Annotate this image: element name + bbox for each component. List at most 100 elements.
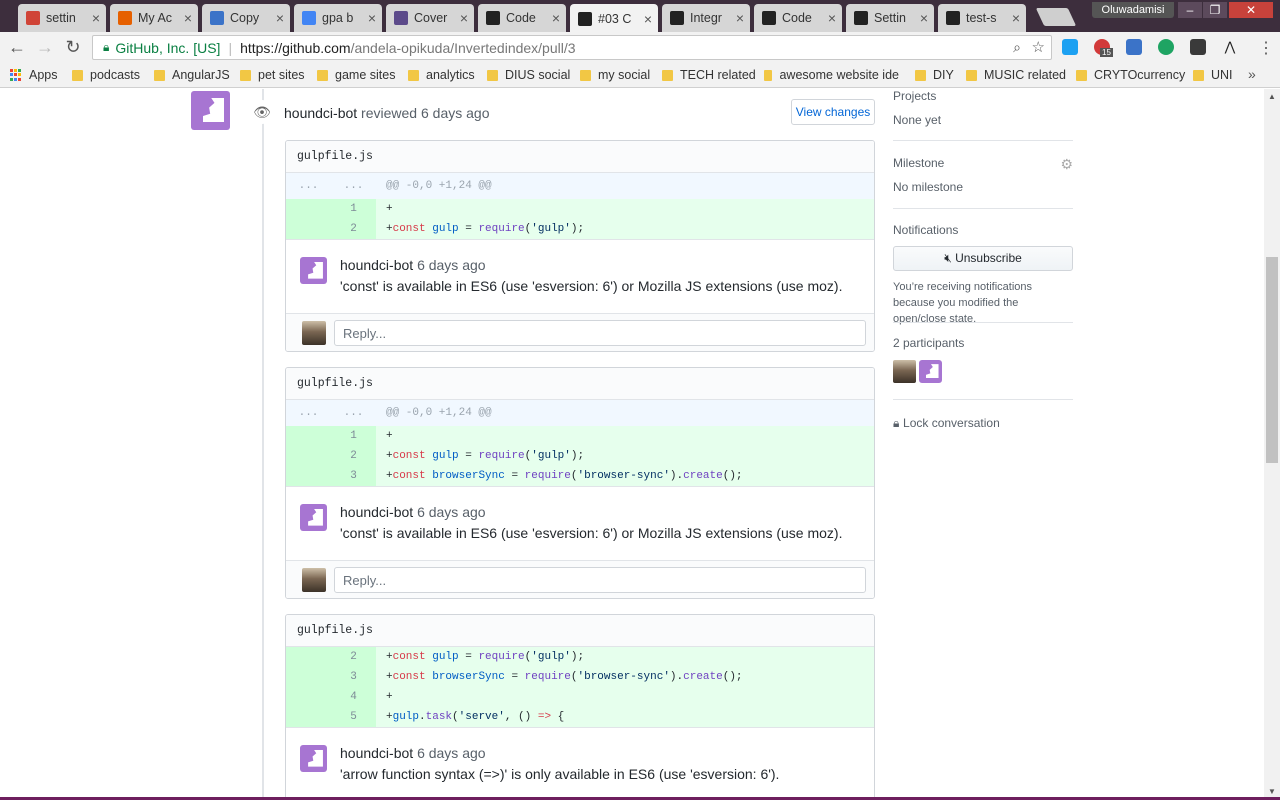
new-line-number[interactable]: 3 (331, 466, 376, 486)
new-line-number[interactable]: 2 (331, 446, 376, 466)
bookmark-star-icon[interactable]: ☆ (1032, 38, 1045, 56)
review-time[interactable]: 6 days ago (421, 105, 490, 121)
milestone-title[interactable]: Milestone (893, 156, 1073, 170)
pocket-extension-icon[interactable] (1190, 39, 1206, 55)
old-line-number[interactable] (286, 219, 331, 239)
browser-menu-icon[interactable]: ⋮ (1258, 38, 1274, 58)
user-avatar[interactable] (302, 568, 326, 592)
old-line-number[interactable] (286, 647, 331, 667)
tab-close-icon[interactable]: × (368, 10, 376, 26)
bookmark-item[interactable]: DIY (915, 68, 954, 82)
twitter-extension-icon[interactable] (1062, 39, 1078, 55)
new-line-number[interactable]: 5 (331, 707, 376, 727)
comment-time[interactable]: 6 days ago (417, 257, 486, 273)
bookmark-item[interactable]: awesome website ide (764, 68, 899, 82)
bookmark-item[interactable]: analytics (408, 68, 475, 82)
bookmark-item[interactable]: DIUS social (487, 68, 570, 82)
comment-author-avatar[interactable] (300, 504, 327, 531)
new-line-number[interactable]: 2 (331, 219, 376, 239)
old-line-number[interactable] (286, 199, 331, 219)
close-window-button[interactable]: ✕ (1229, 2, 1273, 18)
browser-tab[interactable]: Code × (478, 4, 566, 32)
comment-author[interactable]: houndci-bot (340, 504, 413, 520)
tab-close-icon[interactable]: × (644, 11, 652, 27)
participant-avatar[interactable] (919, 360, 942, 383)
bookmark-item[interactable]: my social (580, 68, 650, 82)
old-line-number[interactable] (286, 426, 331, 446)
bookmark-item[interactable]: UNI (1193, 68, 1233, 82)
browser-tab[interactable]: gpa b × (294, 4, 382, 32)
expand-lines-icon[interactable]: ... (331, 173, 376, 199)
expand-lines-icon[interactable]: ... (331, 400, 376, 426)
view-changes-button[interactable]: View changes (791, 99, 875, 125)
unsubscribe-button[interactable]: 🔇︎ Unsubscribe (893, 246, 1073, 271)
bookmark-item[interactable]: AngularJS (154, 68, 230, 82)
tab-close-icon[interactable]: × (736, 10, 744, 26)
browser-tab[interactable]: test-s × (938, 4, 1026, 32)
forward-icon[interactable]: → (34, 37, 56, 57)
comment-author-avatar[interactable] (300, 745, 327, 772)
participant-avatar[interactable] (893, 360, 916, 383)
file-path[interactable]: gulpfile.js (286, 615, 874, 647)
comment-author[interactable]: houndci-bot (340, 257, 413, 273)
new-tab-button[interactable] (1035, 8, 1077, 26)
browser-tab[interactable]: settin × (18, 4, 106, 32)
milestone-gear-icon[interactable]: ⚙ (1060, 156, 1073, 173)
browser-tab[interactable]: Cover × (386, 4, 474, 32)
bookmark-item[interactable]: game sites (317, 68, 395, 82)
old-line-number[interactable] (286, 466, 331, 486)
new-line-number[interactable]: 1 (331, 426, 376, 446)
bookmark-item[interactable]: pet sites (240, 68, 305, 82)
zoom-icon[interactable]: ⌕ (1013, 39, 1021, 56)
bookmark-item[interactable]: MUSIC related (966, 68, 1066, 82)
profile-button[interactable]: Oluwadamisi (1092, 2, 1174, 18)
file-path[interactable]: gulpfile.js (286, 368, 874, 400)
codewars-extension-icon[interactable]: ⋀ (1222, 39, 1238, 55)
bookmark-item[interactable]: TECH related (662, 68, 756, 82)
tab-close-icon[interactable]: × (552, 10, 560, 26)
old-line-number[interactable] (286, 707, 331, 727)
bookmarks-overflow-icon[interactable]: » (1248, 66, 1256, 82)
scrollbar-thumb[interactable] (1266, 257, 1278, 463)
reply-input[interactable]: Reply... (334, 320, 866, 346)
new-line-number[interactable]: 1 (331, 199, 376, 219)
browser-tab[interactable]: Settin × (846, 4, 934, 32)
comment-author-avatar[interactable] (300, 257, 327, 284)
comment-time[interactable]: 6 days ago (417, 504, 486, 520)
browser-tab[interactable]: #03 C × (570, 4, 658, 33)
old-line-number[interactable] (286, 687, 331, 707)
new-line-number[interactable]: 2 (331, 647, 376, 667)
old-line-number[interactable] (286, 667, 331, 687)
tab-close-icon[interactable]: × (184, 10, 192, 26)
maximize-button[interactable]: ❐ (1203, 2, 1227, 18)
bookmark-item[interactable]: CRYTOcurrency (1076, 68, 1185, 82)
expand-lines-icon[interactable]: ... (286, 400, 331, 426)
hangouts-extension-icon[interactable] (1158, 39, 1174, 55)
comment-author[interactable]: houndci-bot (340, 745, 413, 761)
tab-close-icon[interactable]: × (1012, 10, 1020, 26)
comment-time[interactable]: 6 days ago (417, 745, 486, 761)
browser-tab[interactable]: Code × (754, 4, 842, 32)
scroll-up-icon[interactable]: ▲ (1268, 92, 1276, 101)
browser-tab[interactable]: Integr × (662, 4, 750, 32)
new-line-number[interactable]: 3 (331, 667, 376, 687)
address-bar[interactable]: 🔒︎ GitHub, Inc. [US] | https://github.co… (92, 35, 1052, 60)
tab-close-icon[interactable]: × (460, 10, 468, 26)
user-avatar[interactable] (302, 321, 326, 345)
page-scrollbar[interactable]: ▲ ▼ (1264, 89, 1280, 800)
reviewer-avatar[interactable] (191, 91, 230, 130)
lock-conversation-link[interactable]: Lock conversation (903, 416, 1000, 430)
reload-icon[interactable]: ↻ (62, 37, 84, 57)
minimize-button[interactable]: – (1178, 2, 1202, 18)
browser-tab[interactable]: Copy × (202, 4, 290, 32)
back-icon[interactable]: ← (6, 37, 28, 57)
tab-close-icon[interactable]: × (920, 10, 928, 26)
new-line-number[interactable]: 4 (331, 687, 376, 707)
tab-close-icon[interactable]: × (276, 10, 284, 26)
tab-close-icon[interactable]: × (828, 10, 836, 26)
file-path[interactable]: gulpfile.js (286, 141, 874, 173)
expand-lines-icon[interactable]: ... (286, 173, 331, 199)
reviewer-name[interactable]: houndci-bot (284, 105, 357, 121)
bookmark-item[interactable]: podcasts (72, 68, 140, 82)
bookmark-item[interactable]: Apps (10, 68, 58, 82)
